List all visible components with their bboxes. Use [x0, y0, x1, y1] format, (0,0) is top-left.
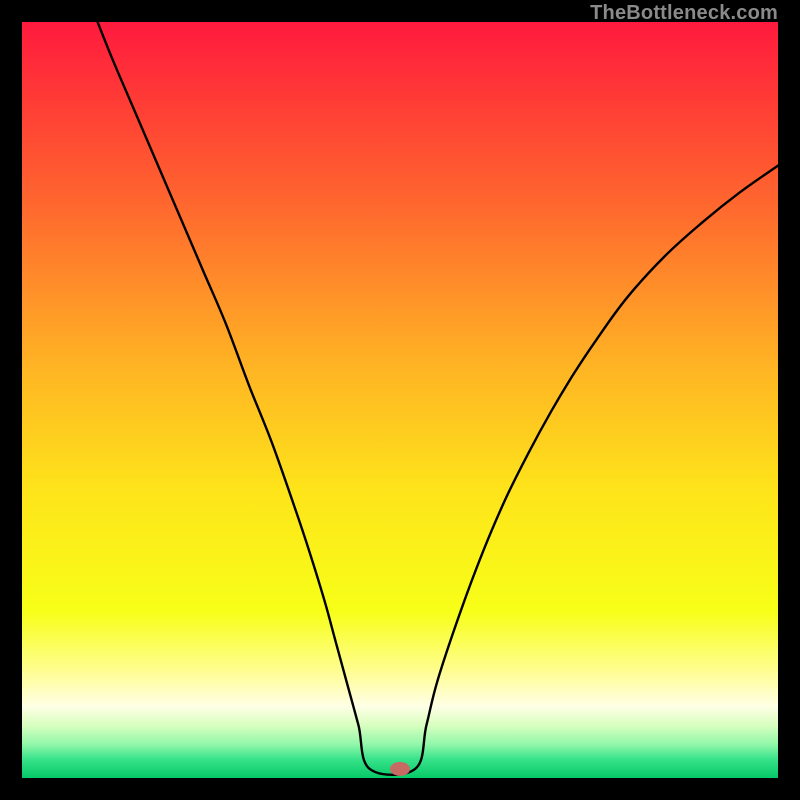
- chart-frame: TheBottleneck.com: [0, 0, 800, 800]
- watermark-text: TheBottleneck.com: [590, 2, 778, 25]
- plot-area: [22, 22, 778, 778]
- gradient-background: [22, 22, 778, 778]
- chart-canvas: [22, 22, 778, 778]
- optimal-point-marker: [390, 762, 410, 776]
